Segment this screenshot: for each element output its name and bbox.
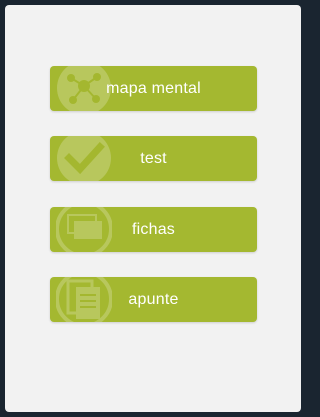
notes-button[interactable]: apunte (50, 277, 257, 322)
notes-label: apunte (128, 290, 179, 308)
mind-map-button[interactable]: mapa mental (50, 66, 257, 111)
test-button[interactable]: test (50, 136, 257, 181)
test-label: test (140, 149, 167, 167)
flashcards-label: fichas (132, 220, 175, 238)
mind-map-label: mapa mental (106, 79, 201, 97)
flashcards-button[interactable]: fichas (50, 207, 257, 252)
menu-panel: mapa mental test fichas apunte (5, 5, 301, 412)
